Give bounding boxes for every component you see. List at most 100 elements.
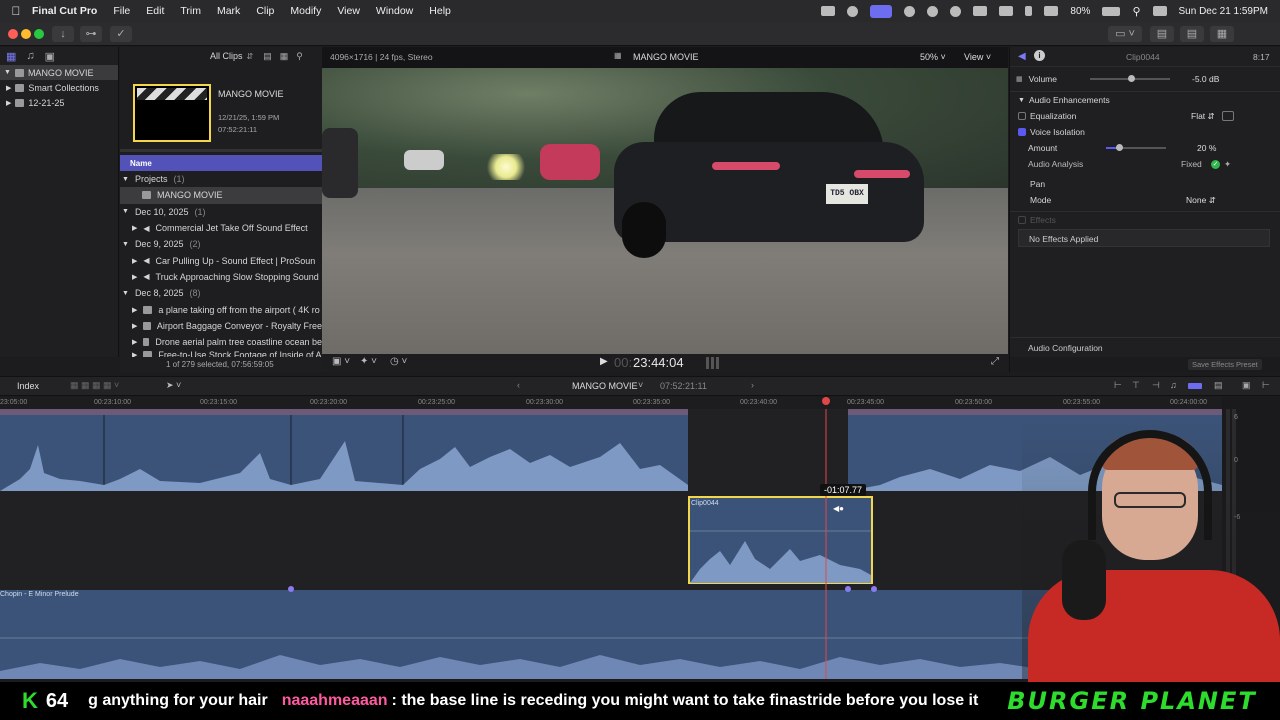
view-popup[interactable]: View ˅	[964, 52, 991, 62]
wifi-icon[interactable]	[1044, 6, 1059, 16]
titles-generators-tab-icon[interactable]: ▣	[45, 50, 55, 63]
menu-window[interactable]: Window	[368, 5, 421, 17]
menu-view[interactable]: View	[329, 5, 368, 17]
list-item[interactable]: ▶ Airport Baggage Conveyor - Royalty Fre…	[120, 318, 322, 334]
disclosure-open-icon[interactable]: ▼	[1018, 97, 1025, 104]
status-sync-icon[interactable]	[847, 5, 859, 17]
menu-modify[interactable]: Modify	[282, 5, 329, 17]
control-center-icon[interactable]	[1152, 6, 1167, 16]
import-button[interactable]: ↓	[52, 26, 74, 42]
group-header-projects[interactable]: ▼ Projects (1)	[120, 171, 322, 187]
disclosure-closed-icon[interactable]: ▶	[132, 322, 137, 330]
amount-slider[interactable]	[1106, 144, 1166, 151]
search-icon[interactable]: ⚲	[1132, 5, 1140, 18]
list-item[interactable]: ▶ a plane taking off from the airport ( …	[120, 301, 322, 317]
speaker-handle-icon[interactable]: ◀●	[833, 504, 844, 513]
sidebar-item-smart-collections[interactable]: ▶ Smart Collections	[0, 80, 118, 95]
play-status-icon[interactable]	[950, 5, 962, 17]
menu-mark[interactable]: Mark	[209, 5, 248, 17]
zoom-popup[interactable]: 50% ˅	[920, 52, 946, 62]
filter-arrows-icon[interactable]: ⇵	[247, 52, 254, 61]
photos-audio-tab-icon[interactable]: ♫	[26, 50, 34, 62]
volume-slider-knob[interactable]	[1128, 75, 1135, 82]
magic-wand-icon[interactable]: ✦	[1224, 159, 1231, 170]
clock[interactable]: Sun Dec 21 1:59PM	[1179, 6, 1269, 17]
skimming-icon[interactable]: ⊤	[1132, 380, 1140, 391]
libraries-tab-icon[interactable]: ▦	[6, 50, 16, 63]
show-inspector-button[interactable]: ▦	[1210, 26, 1234, 42]
disclosure-closed-icon[interactable]: ▶	[132, 224, 137, 232]
menu-file[interactable]: File	[105, 5, 138, 17]
zoom-window-button[interactable]	[34, 29, 44, 39]
project-menu-chevron-icon[interactable]: ˅	[638, 380, 643, 390]
battery-icon[interactable]	[1102, 6, 1121, 16]
enhance-tool-icon[interactable]: ✦ ˅	[360, 356, 377, 367]
minimize-window-button[interactable]	[21, 29, 31, 39]
viewer-timecode[interactable]: 23:44:04	[633, 355, 684, 370]
list-item[interactable]: ▶ ◀ Car Pulling Up - Sound Effect | ProS…	[120, 252, 322, 268]
timeline-project-name[interactable]: MANGO MOVIE	[572, 381, 638, 391]
close-timeline-icon[interactable]: ⊢	[1262, 380, 1270, 391]
clip-filter-popup[interactable]: All Clips	[210, 51, 243, 61]
play-button[interactable]: ▶	[600, 356, 608, 367]
forward-arrow-icon[interactable]: ›	[751, 380, 754, 390]
playhead-marker[interactable]	[822, 397, 830, 405]
app-menu[interactable]: Final Cut Pro	[32, 5, 105, 17]
sidebar-item-event[interactable]: ▶ 12-21-25	[0, 95, 118, 110]
keyframe-marker[interactable]	[871, 586, 877, 592]
volume-slider[interactable]	[1090, 75, 1170, 82]
disclosure-closed-icon[interactable]: ▶	[132, 257, 137, 265]
group-header-dec8[interactable]: ▼ Dec 8, 2025 (8)	[120, 285, 322, 301]
filmstrip-icon[interactable]: ▦	[280, 51, 289, 62]
amount-slider-knob[interactable]	[1116, 144, 1123, 151]
disclosure-closed-icon[interactable]: ▶	[132, 338, 137, 346]
disclosure-open-icon[interactable]: ▼	[122, 241, 129, 248]
list-item-selected[interactable]: MANGO MOVIE	[120, 187, 322, 204]
volume-value[interactable]: -5.0 dB	[1192, 74, 1219, 84]
keyword-button[interactable]: ⊶	[80, 26, 102, 42]
group-header-dec10[interactable]: ▼ Dec 10, 2025 (1)	[120, 204, 322, 220]
screen-record-icon[interactable]	[870, 4, 893, 18]
disclosure-closed-icon[interactable]: ▶	[6, 99, 11, 107]
save-effects-preset-button[interactable]: Save Effects Preset	[1188, 359, 1262, 370]
transform-tool-icon[interactable]: ▣ ˅	[332, 356, 350, 367]
select-tool-icon[interactable]: ➤ ˅	[166, 380, 181, 391]
show-timeline-button[interactable]: ▤	[1180, 26, 1204, 42]
fullscreen-icon[interactable]: ⤢	[991, 356, 999, 367]
disclosure-open-icon[interactable]: ▼	[122, 208, 129, 215]
share-button[interactable]: ▭ ˅	[1108, 26, 1142, 42]
keyframe-marker[interactable]	[288, 586, 294, 592]
background-tasks-button[interactable]: ✓	[110, 26, 132, 42]
menu-trim[interactable]: Trim	[172, 5, 209, 17]
group-header-dec9[interactable]: ▼ Dec 9, 2025 (2)	[120, 236, 322, 252]
list-item[interactable]: ▶ Drone aerial palm tree coastline ocean…	[120, 334, 322, 350]
keyframe-marker[interactable]	[845, 586, 851, 592]
disclosure-open-icon[interactable]: ▼	[4, 69, 11, 76]
library-item[interactable]: ▼ MANGO MOVIE	[0, 65, 118, 80]
video-frame[interactable]: TD5 OBX	[322, 68, 1008, 354]
amount-value[interactable]: 20 %	[1197, 143, 1216, 153]
disclosure-closed-icon[interactable]: ▶	[132, 306, 137, 314]
timeline-index-toggle-icon[interactable]: ▣	[1242, 380, 1251, 391]
back-arrow-icon[interactable]: ‹	[517, 380, 520, 390]
volume-icon[interactable]	[973, 6, 988, 16]
close-window-button[interactable]	[8, 29, 18, 39]
list-item[interactable]: ▶ ◀ Truck Approaching Slow Stopping Soun…	[120, 269, 322, 285]
audio-configuration-label[interactable]: Audio Configuration	[1028, 343, 1103, 353]
project-thumbnail[interactable]	[133, 84, 211, 142]
eq-settings-icon[interactable]	[1222, 111, 1234, 121]
audio-skimming-icon[interactable]: ⊣	[1152, 380, 1160, 391]
name-column-header[interactable]: Name	[120, 155, 322, 171]
disclosure-open-icon[interactable]: ▼	[122, 290, 129, 297]
equalization-checkbox[interactable]	[1018, 112, 1026, 120]
timeline-snapping-icon[interactable]: ⊢	[1114, 380, 1122, 391]
solo-icon[interactable]: ♫	[1170, 380, 1177, 390]
menu-help[interactable]: Help	[421, 5, 459, 17]
voice-isolation-checkbox[interactable]	[1018, 128, 1026, 136]
status-circle-icon[interactable]	[904, 5, 916, 17]
disclosure-closed-icon[interactable]: ▶	[132, 273, 137, 281]
disclosure-closed-icon[interactable]: ▶	[6, 84, 11, 92]
speed-tool-icon[interactable]: ◷ ˅	[390, 356, 407, 367]
apple-menu-icon[interactable]: 	[0, 4, 32, 18]
status-app-icon[interactable]	[821, 6, 836, 16]
